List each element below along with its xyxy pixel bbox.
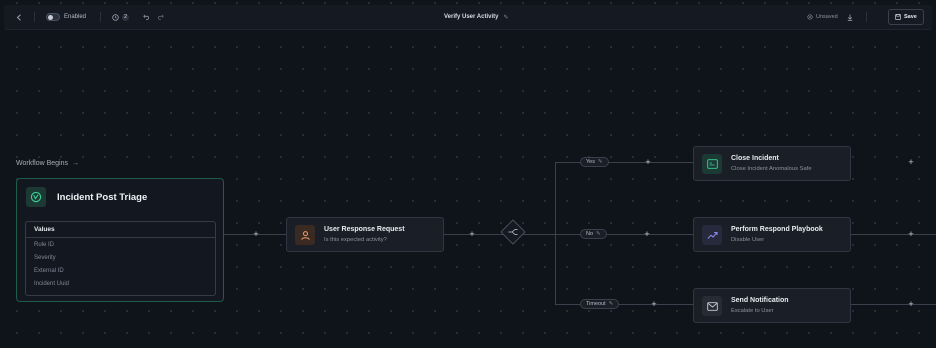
enabled-toggle[interactable]: Enabled (46, 5, 86, 29)
split-branch-icon (508, 228, 518, 236)
user-response-node[interactable]: User Response Request Is this expected a… (286, 217, 444, 252)
node-subtitle: Is this expected activity? (324, 237, 387, 243)
node-icon-box (702, 296, 722, 316)
value-item: Severity (34, 254, 56, 261)
mail-icon (706, 301, 718, 311)
add-step-button[interactable]: + (642, 229, 652, 239)
value-item: Incident Uuid (34, 280, 70, 287)
values-header: Values (26, 222, 215, 238)
add-step-button[interactable]: + (906, 229, 916, 239)
add-step-button[interactable]: + (467, 229, 477, 239)
branch-label-yes[interactable]: Yes ✎ (580, 157, 609, 167)
node-title: Send Notification (731, 297, 789, 304)
version-count-badge: 2 (122, 13, 130, 21)
redo-icon[interactable] (156, 5, 164, 29)
toggle-switch-icon[interactable] (46, 13, 60, 21)
workflow-title-text: Verify User Activity (444, 14, 499, 20)
add-step-button[interactable]: + (906, 157, 916, 167)
toolbar-divider (866, 12, 867, 22)
save-button[interactable]: Save (888, 9, 924, 25)
arrow-right-icon: → (72, 160, 80, 167)
branch-trunk-line (555, 162, 556, 304)
workflow-begins-text: Workflow Begins (16, 160, 69, 167)
clock-icon (112, 13, 119, 21)
add-step-button[interactable]: + (649, 299, 659, 309)
top-toolbar: Enabled 2 Verify User Activity ✎ Unsaved… (4, 5, 932, 30)
edit-pencil-icon[interactable]: ✎ (503, 14, 508, 21)
branch-yes-text: Yes (586, 159, 595, 165)
toolbar-divider (34, 12, 35, 22)
enabled-label: Enabled (64, 14, 87, 20)
node-icon-box (295, 225, 315, 245)
workflow-title[interactable]: Verify User Activity ✎ (444, 5, 509, 29)
back-arrow-icon[interactable] (14, 5, 24, 29)
node-title: User Response Request (324, 226, 405, 233)
connector-line (555, 162, 693, 163)
node-title: Close Incident (731, 155, 779, 162)
gear-icon (807, 14, 813, 20)
values-panel: Values Rule ID Severity External ID Inci… (25, 221, 216, 296)
edit-pencil-icon[interactable]: ✎ (598, 159, 603, 165)
node-icon-box (702, 225, 722, 245)
action-node-send-notification[interactable]: Send Notification Escalate to User (693, 288, 851, 323)
branch-label-timeout[interactable]: Timeout ✎ (580, 299, 620, 309)
toolbar-divider (100, 12, 101, 22)
add-step-button[interactable]: + (251, 229, 261, 239)
value-item: External ID (34, 267, 64, 274)
branch-label-no[interactable]: No ✎ (580, 229, 607, 239)
version-history-button[interactable]: 2 (112, 5, 130, 29)
node-subtitle: Close Incident Anomalous Safe (731, 166, 812, 172)
connector-line (522, 234, 556, 235)
user-icon (300, 230, 310, 240)
edit-pencil-icon[interactable]: ✎ (609, 301, 614, 307)
connector-line (555, 234, 693, 235)
edit-pencil-icon[interactable]: ✎ (596, 231, 601, 237)
node-icon-box (702, 154, 722, 174)
trigger-node[interactable]: Incident Post Triage Values Rule ID Seve… (16, 178, 224, 302)
undo-icon[interactable] (142, 5, 150, 29)
node-subtitle: Disable User (731, 237, 765, 243)
add-step-button[interactable]: + (906, 299, 916, 309)
unsaved-status: Unsaved (807, 5, 838, 29)
save-label: Save (904, 14, 917, 20)
action-node-respond-playbook[interactable]: Perform Respond Playbook Disable User (693, 217, 851, 252)
floppy-disk-icon (895, 14, 901, 20)
add-step-button[interactable]: + (643, 157, 653, 167)
node-title: Perform Respond Playbook (731, 226, 823, 233)
download-icon[interactable] (846, 5, 854, 29)
trigger-title: Incident Post Triage (57, 192, 148, 203)
trending-up-icon (706, 231, 717, 239)
terminal-icon (706, 159, 718, 169)
node-subtitle: Escalate to User (731, 308, 774, 314)
branch-no-text: No (586, 231, 594, 237)
action-node-close-incident[interactable]: Close Incident Close Incident Anomalous … (693, 146, 851, 181)
unsaved-label: Unsaved (816, 14, 838, 20)
value-item: Rule ID (34, 241, 55, 248)
trigger-node-icon-box (26, 187, 46, 207)
workflow-begins-label: Workflow Begins → (16, 160, 79, 167)
connector-line (850, 304, 936, 305)
connector-line (850, 234, 936, 235)
branch-timeout-text: Timeout (586, 301, 606, 307)
connector-line (555, 304, 693, 305)
shield-check-icon (30, 191, 42, 203)
